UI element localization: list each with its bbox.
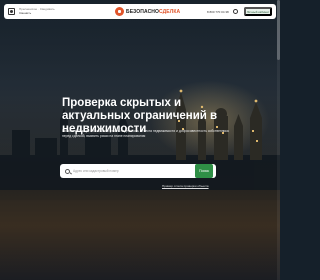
search-icon (65, 168, 70, 174)
header-contacts: 8 800 770 04 38 (207, 9, 238, 14)
brand-logo[interactable]: БЕЗОПАСНОСДЕЛКА (115, 7, 180, 16)
brand-name-part2: СДЕЛКА (158, 8, 181, 15)
river-reflection (0, 190, 280, 280)
sample-report-link[interactable]: Пример отчета проверки объекта (162, 184, 209, 188)
location-change-link[interactable]: Сменить (19, 11, 55, 15)
top-header: Пресненское · Сведивать Сменить БЕЗОПАСН… (4, 4, 276, 19)
brand-name-part1: БЕЗОПАСНО (126, 8, 159, 15)
personal-cabinet-button[interactable]: Личный кабинет (244, 7, 272, 16)
hero-lead-text: Помогаем быстро и безопасно узнать надеж… (62, 129, 229, 138)
scrollbar-thumb[interactable] (277, 0, 280, 60)
page: Пресненское · Сведивать Сменить БЕЗОПАСН… (0, 0, 280, 280)
phone-number-link[interactable]: 8 800 770 04 38 (207, 10, 229, 14)
scrollbar[interactable] (277, 0, 280, 280)
search-submit-button[interactable]: Поиск (195, 164, 213, 178)
address-search-box (60, 164, 216, 178)
map-pin-icon (8, 8, 15, 15)
user-icon[interactable] (232, 9, 238, 14)
address-search-input[interactable] (73, 169, 211, 173)
shield-logo-icon (115, 7, 124, 16)
location-selector[interactable]: Пресненское · Сведивать Сменить (8, 7, 55, 15)
